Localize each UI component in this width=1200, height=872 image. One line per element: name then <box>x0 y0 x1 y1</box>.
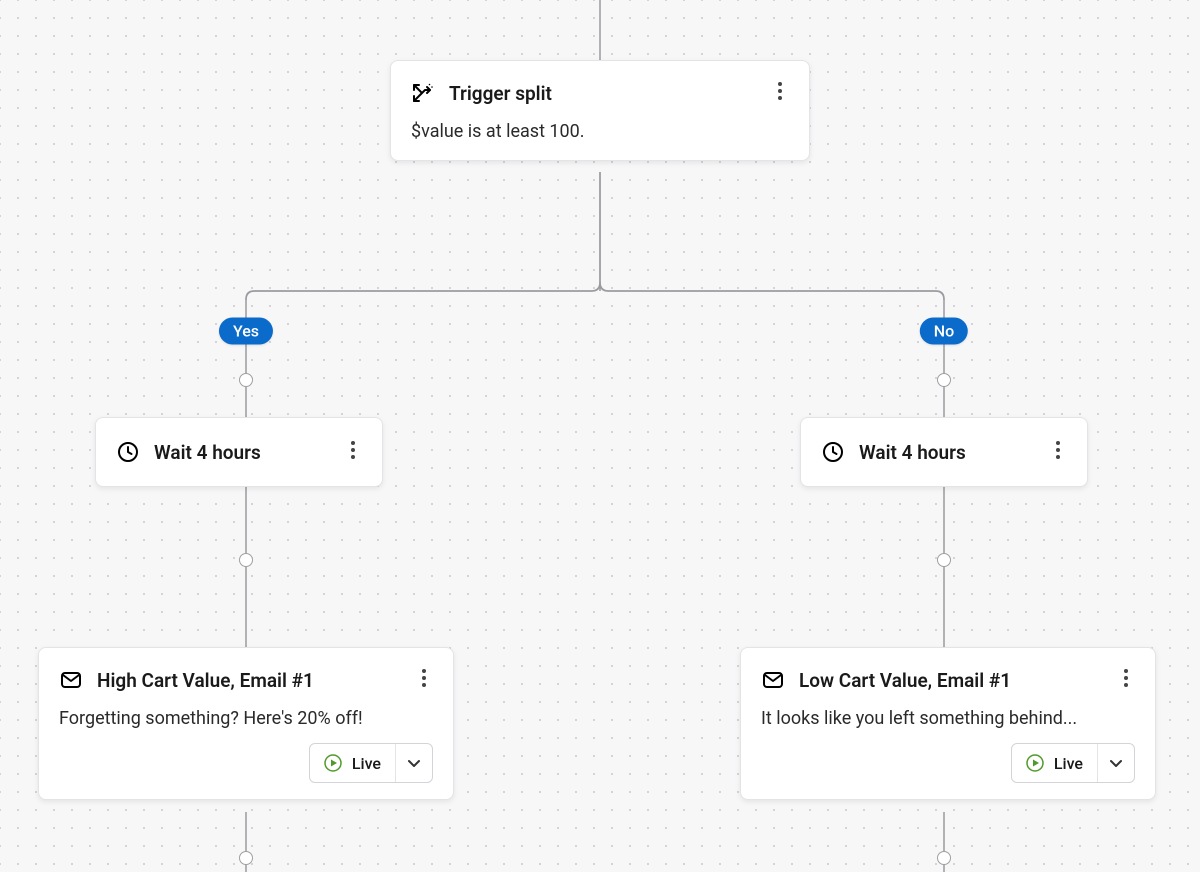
junction-dot <box>937 553 951 567</box>
more-button[interactable] <box>1117 664 1135 696</box>
vertical-dots-icon <box>1123 668 1129 688</box>
email-title: High Cart Value, Email #1 <box>97 669 415 692</box>
wait-title: Wait 4 hours <box>859 441 1049 464</box>
vertical-dots-icon <box>1055 440 1061 460</box>
wait-title: Wait 4 hours <box>154 441 344 464</box>
email-title: Low Cart Value, Email #1 <box>799 669 1117 692</box>
more-button[interactable] <box>415 664 433 696</box>
more-button[interactable] <box>1049 436 1067 468</box>
email-body: Forgetting something? Here's 20% off! <box>59 706 433 731</box>
more-button[interactable] <box>771 77 789 109</box>
branch-pill-yes: Yes <box>219 318 273 345</box>
clock-icon <box>116 440 140 464</box>
vertical-dots-icon <box>777 81 783 101</box>
vertical-dots-icon <box>350 440 356 460</box>
status-dropdown[interactable]: Live <box>1011 743 1135 783</box>
mail-icon <box>761 668 785 692</box>
clock-icon <box>821 440 845 464</box>
email-card-low-cart[interactable]: Low Cart Value, Email #1 It looks like y… <box>740 647 1156 800</box>
more-button[interactable] <box>344 436 362 468</box>
email-card-high-cart[interactable]: High Cart Value, Email #1 Forgetting som… <box>38 647 454 800</box>
junction-dot <box>937 373 951 387</box>
vertical-dots-icon <box>421 668 427 688</box>
trigger-split-title: Trigger split <box>449 82 771 105</box>
status-dropdown[interactable]: Live <box>309 743 433 783</box>
mail-icon <box>59 668 83 692</box>
junction-dot <box>239 851 253 865</box>
chevron-down-icon <box>1098 755 1134 771</box>
play-icon <box>1026 754 1044 772</box>
junction-dot <box>937 851 951 865</box>
split-icon <box>411 81 435 105</box>
trigger-split-card[interactable]: Trigger split $value is at least 100. <box>390 60 810 161</box>
play-icon <box>324 754 342 772</box>
junction-dot <box>239 373 253 387</box>
status-label: Live <box>1054 754 1083 773</box>
email-body: It looks like you left something behind.… <box>761 706 1135 731</box>
junction-dot <box>239 553 253 567</box>
branch-pill-no: No <box>920 318 968 345</box>
chevron-down-icon <box>396 755 432 771</box>
status-label: Live <box>352 754 381 773</box>
trigger-condition-text: $value is at least 100. <box>411 119 789 144</box>
wait-card-right[interactable]: Wait 4 hours <box>800 417 1088 487</box>
flow-canvas[interactable]: Yes No Trigger split $value is at least <box>0 0 1200 872</box>
wait-card-left[interactable]: Wait 4 hours <box>95 417 383 487</box>
